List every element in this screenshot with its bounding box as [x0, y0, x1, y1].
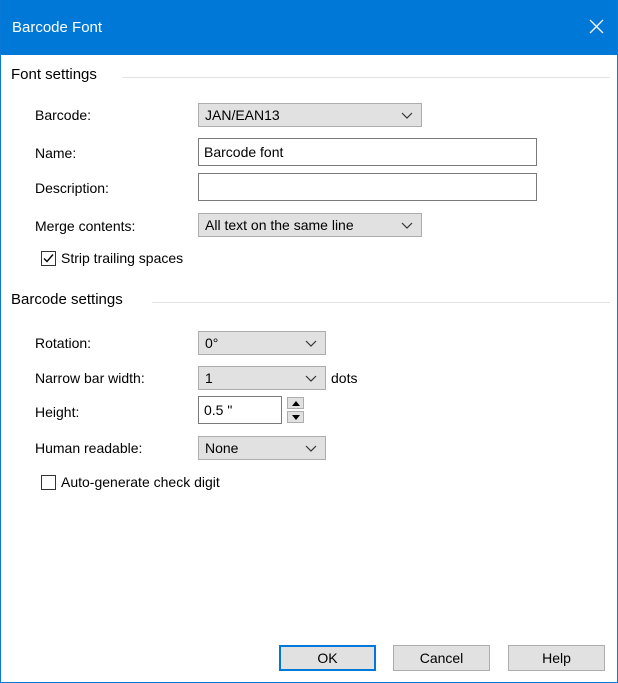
- chevron-down-icon: [401, 112, 413, 119]
- barcode-select-value: JAN/EAN13: [205, 107, 280, 123]
- rotation-value: 0°: [205, 335, 219, 351]
- help-button[interactable]: Help: [508, 645, 605, 671]
- close-icon: [589, 19, 604, 34]
- name-label: Name:: [35, 145, 77, 161]
- close-button[interactable]: [577, 0, 617, 55]
- ok-button[interactable]: OK: [279, 645, 376, 671]
- description-label: Description:: [35, 180, 109, 196]
- human-readable-select[interactable]: None: [198, 436, 326, 460]
- auto-check-digit-checkbox[interactable]: [41, 475, 56, 490]
- height-field[interactable]: [198, 396, 282, 424]
- barcode-label: Barcode:: [35, 107, 92, 123]
- strip-trailing-spaces-checkbox[interactable]: [41, 251, 56, 266]
- rotation-label: Rotation:: [35, 335, 92, 351]
- narrow-bar-width-select[interactable]: 1: [198, 366, 326, 390]
- height-spin-down-button[interactable]: [287, 411, 304, 423]
- height-spin-up-button[interactable]: [287, 397, 304, 409]
- narrow-bar-width-value: 1: [205, 370, 213, 386]
- checkmark-icon: [43, 254, 54, 263]
- height-label: Height:: [35, 404, 80, 420]
- chevron-down-icon: [401, 222, 413, 229]
- merge-contents-label: Merge contents:: [35, 218, 136, 234]
- name-input[interactable]: [199, 139, 536, 165]
- cancel-button[interactable]: Cancel: [393, 645, 490, 671]
- barcode-select[interactable]: JAN/EAN13: [198, 103, 422, 127]
- title-bar: Barcode Font: [1, 0, 617, 55]
- narrow-bar-width-label: Narrow bar width:: [35, 370, 145, 386]
- auto-check-digit-label: Auto-generate check digit: [61, 474, 220, 490]
- font-settings-heading: Font settings: [11, 66, 97, 83]
- barcode-settings-heading: Barcode settings: [11, 291, 123, 308]
- narrow-bar-width-unit: dots: [331, 370, 358, 386]
- merge-contents-value: All text on the same line: [205, 217, 354, 233]
- human-readable-value: None: [205, 440, 239, 456]
- description-input[interactable]: [199, 174, 536, 200]
- barcode-font-dialog: Barcode Font Font settings Barcode: JAN/…: [0, 0, 618, 683]
- barcode-settings-divider: [152, 302, 610, 303]
- arrow-down-icon: [292, 415, 300, 420]
- rotation-select[interactable]: 0°: [198, 331, 326, 355]
- name-field[interactable]: [198, 138, 537, 166]
- chevron-down-icon: [305, 445, 317, 452]
- human-readable-label: Human readable:: [35, 440, 143, 456]
- window-title: Barcode Font: [12, 19, 103, 36]
- font-settings-divider: [122, 77, 610, 78]
- chevron-down-icon: [305, 340, 317, 347]
- merge-contents-select[interactable]: All text on the same line: [198, 213, 422, 237]
- chevron-down-icon: [305, 375, 317, 382]
- strip-trailing-spaces-label: Strip trailing spaces: [61, 250, 184, 266]
- arrow-up-icon: [292, 401, 300, 406]
- height-input[interactable]: [199, 397, 281, 423]
- description-field[interactable]: [198, 173, 537, 201]
